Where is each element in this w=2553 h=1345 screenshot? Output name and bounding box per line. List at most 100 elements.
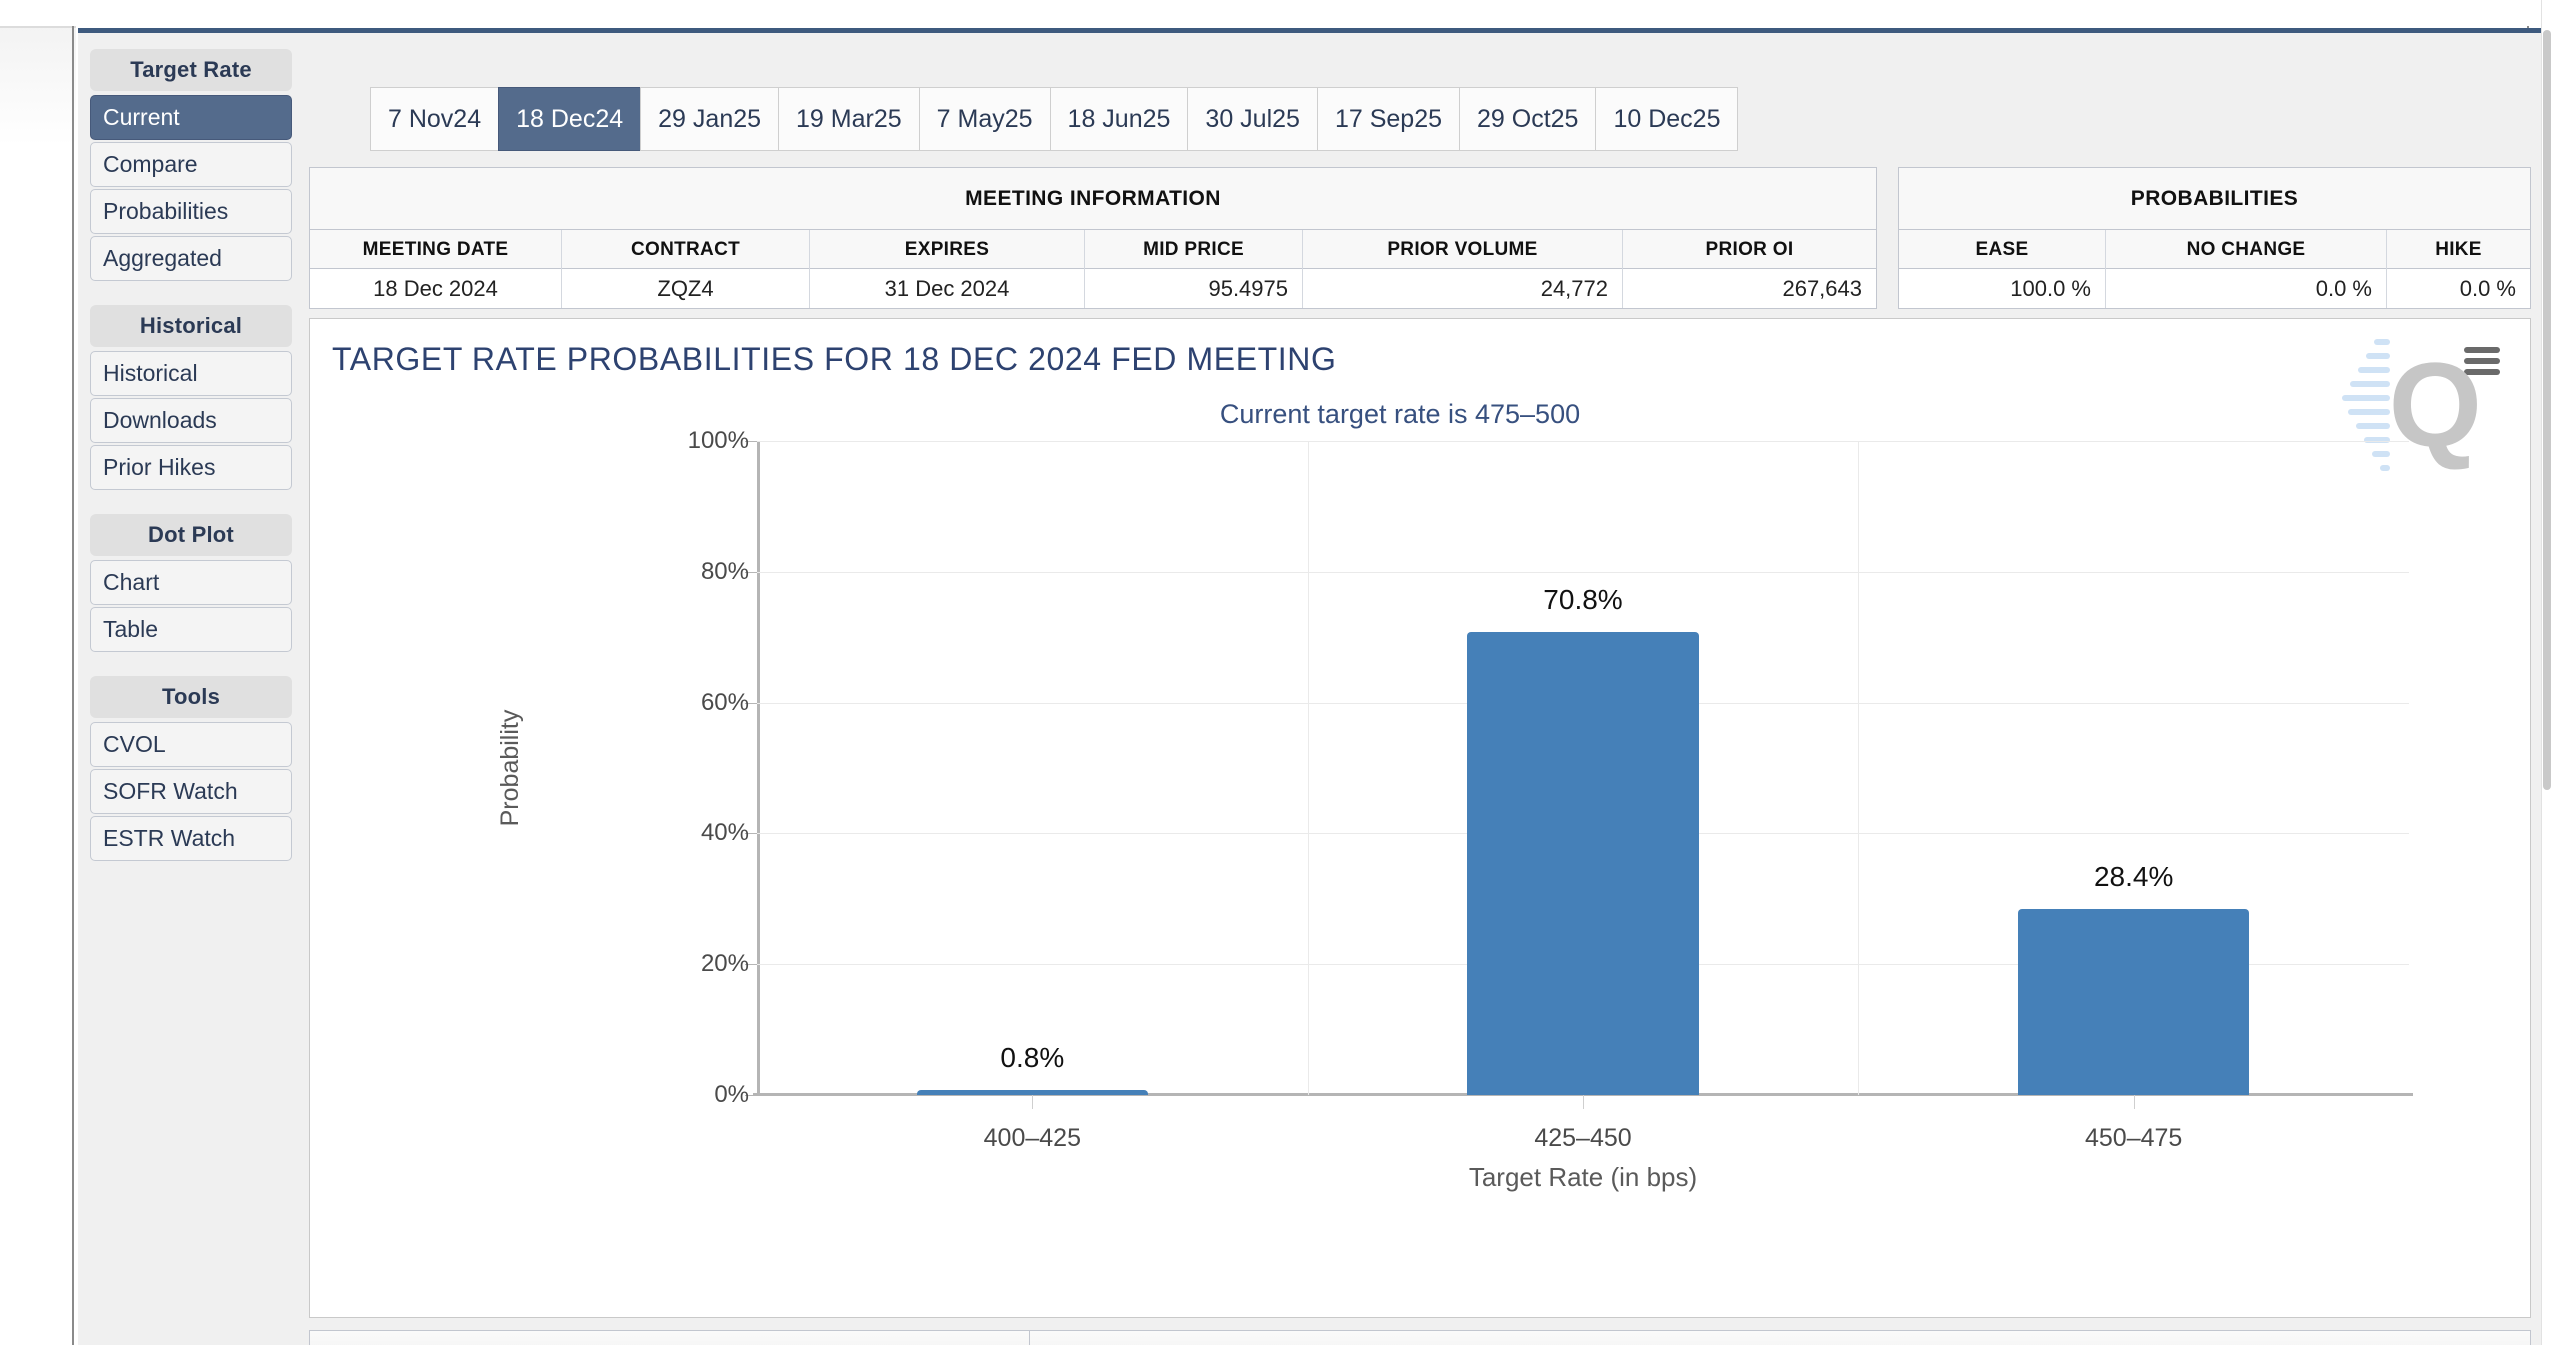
bar-value-label: 28.4% <box>2093 861 2174 893</box>
column-header: CONTRACT <box>562 230 809 269</box>
sidebar-group-title-historical: Historical <box>90 305 292 347</box>
fedwatch-app: Target Rate Current Compare Probabilities Ag… <box>78 28 2541 1345</box>
tab-29-oct25[interactable]: 29 Oct25 <box>1459 87 1596 151</box>
bar-425-450[interactable] <box>1467 631 1699 1095</box>
chart-subtitle: Current target rate is 475–500 <box>1219 399 1581 429</box>
x-tick-mark <box>2133 1095 2135 1109</box>
bar-value-label: 70.8% <box>1543 583 1623 615</box>
table-column: MID PRICE 95.4975 <box>1085 230 1303 308</box>
chart-plot-area: 0% 20% 40% 60% 80% 100% Probability 0.8% 400–425… <box>496 427 2413 1192</box>
table-column: NO CHANGE 0.0 % <box>2106 230 2387 308</box>
table-cell: 31 Dec 2024 <box>810 269 1084 308</box>
gutter-rule <box>0 26 76 28</box>
y-gridline <box>757 441 2409 442</box>
column-header: NO CHANGE <box>2106 230 2386 269</box>
meeting-information-table: MEETING INFORMATION MEETING DATE 18 Dec … <box>309 167 1877 309</box>
column-header: MEETING DATE <box>310 230 561 269</box>
y-axis-label: Probability <box>495 709 524 827</box>
table-column: PRIOR OI 267,643 <box>1623 230 1876 308</box>
bar-450-475[interactable] <box>2018 909 2250 1095</box>
probabilities-table: PROBABILITIES EASE 100.0 % NO CHANGE 0.0… <box>1898 167 2531 309</box>
sidebar-item-current[interactable]: Current <box>90 95 292 140</box>
table-cell: 0.0 % <box>2106 269 2386 308</box>
main-panel: 7 Nov24 18 Dec24 29 Jan25 19 Mar25 7 May25 18… <box>304 41 2532 1345</box>
chart-card: TARGET RATE PROBABILITIES FOR 18 DEC 202… <box>309 318 2531 1318</box>
table-column: CONTRACT ZQZ4 <box>562 230 810 308</box>
table-column: MEETING DATE 18 Dec 2024 <box>310 230 562 308</box>
meeting-date-tabs[interactable]: 7 Nov24 18 Dec24 29 Jan25 19 Mar25 7 May25 18… <box>370 87 1739 157</box>
tab-18-jun25[interactable]: 18 Jun25 <box>1049 87 1188 151</box>
table-cell: 24,772 <box>1303 269 1622 308</box>
y-axis-line <box>757 441 760 1095</box>
x-tick-label: 450–475 <box>2084 1124 2183 1152</box>
sidebar-item-sofr-watch[interactable]: SOFR Watch <box>90 769 292 814</box>
column-header: MID PRICE <box>1085 230 1302 269</box>
page-scrollbar-track[interactable] <box>2541 0 2553 1345</box>
sidebar-item-chart[interactable]: Chart <box>90 560 292 605</box>
column-header: EASE <box>1899 230 2105 269</box>
table-column: HIKE 0.0 % <box>2387 230 2530 308</box>
table-column: EXPIRES 31 Dec 2024 <box>810 230 1085 308</box>
page-left-gutter <box>0 0 76 1345</box>
gutter-shade <box>0 26 76 1345</box>
sidebar-group-title-tools: Tools <box>90 676 292 718</box>
y-tick-label: 80% <box>700 557 749 585</box>
table-column: PRIOR VOLUME 24,772 <box>1303 230 1623 308</box>
tab-19-mar25[interactable]: 19 Mar25 <box>778 87 919 151</box>
sidebar-item-prior-hikes[interactable]: Prior Hikes <box>90 445 292 490</box>
y-tick-label: 60% <box>700 688 749 716</box>
probability-breakdown-table: PROBABILITY(%) <box>309 1330 2531 1345</box>
x-tick-mark <box>1032 1095 1034 1109</box>
breakdown-right-header: PROBABILITY(%) <box>1030 1331 2530 1345</box>
page-scrollbar-thumb[interactable] <box>2543 30 2551 790</box>
table-column: EASE 100.0 % <box>1899 230 2106 308</box>
meeting-information-grid: MEETING DATE 18 Dec 2024 CONTRACT ZQZ4 E… <box>310 230 1876 308</box>
y-gridline <box>757 571 2409 573</box>
table-cell: 95.4975 <box>1085 269 1302 308</box>
probabilities-grid: EASE 100.0 % NO CHANGE 0.0 % HIKE 0.0 % <box>1899 230 2530 308</box>
sidebar-item-historical[interactable]: Historical <box>90 351 292 396</box>
y-tick-label: 20% <box>700 950 749 978</box>
table-cell: 0.0 % <box>2387 269 2530 308</box>
chart-title: TARGET RATE PROBABILITIES FOR 18 DEC 202… <box>332 341 1337 377</box>
sidebar-group-title-target-rate: Target Rate <box>90 49 292 91</box>
tab-7-may25[interactable]: 7 May25 <box>918 87 1050 151</box>
x-tick-label: 400–425 <box>983 1124 1081 1152</box>
x-tick-mark <box>1583 1095 1584 1109</box>
bar-value-label: 0.8% <box>1000 1041 1065 1073</box>
sidebar-item-aggregated[interactable]: Aggregated <box>90 236 292 281</box>
sidebar-item-table[interactable]: Table <box>90 607 292 652</box>
y-tick-label: 0% <box>714 1081 749 1108</box>
sidebar-item-compare[interactable]: Compare <box>90 142 292 187</box>
meeting-information-title: MEETING INFORMATION <box>310 168 1876 230</box>
x-axis-label: Target Rate (in bps) <box>1468 1162 1698 1192</box>
column-header: PRIOR OI <box>1623 230 1876 269</box>
breakdown-left-header <box>310 1331 1030 1345</box>
tab-30-jul25[interactable]: 30 Jul25 <box>1187 87 1317 151</box>
hamburger-menu-icon[interactable] <box>2464 347 2500 375</box>
sidebar-item-cvol[interactable]: CVOL <box>90 722 292 767</box>
tab-7-nov24[interactable]: 7 Nov24 <box>370 87 499 151</box>
tab-17-sep25[interactable]: 17 Sep25 <box>1316 87 1459 151</box>
x-tick-label: 425–450 <box>1534 1124 1632 1152</box>
summary-tables-row: MEETING INFORMATION MEETING DATE 18 Dec … <box>309 167 2531 309</box>
probabilities-title: PROBABILITIES <box>1899 168 2530 230</box>
table-cell: 100.0 % <box>1899 269 2105 308</box>
sidebar: Target Rate Current Compare Probabilities Ag… <box>90 49 292 863</box>
column-header: PRIOR VOLUME <box>1303 230 1622 269</box>
column-header: EXPIRES <box>810 230 1084 269</box>
sidebar-item-probabilities[interactable]: Probabilities <box>90 189 292 234</box>
table-cell: 267,643 <box>1623 269 1876 308</box>
y-tick-label: 100% <box>687 427 749 454</box>
window-divider-left <box>72 26 74 1345</box>
table-cell: ZQZ4 <box>562 269 809 308</box>
table-cell: 18 Dec 2024 <box>310 269 561 308</box>
tab-29-jan25[interactable]: 29 Jan25 <box>640 87 779 151</box>
sidebar-item-downloads[interactable]: Downloads <box>90 398 292 443</box>
column-header: HIKE <box>2387 230 2530 269</box>
tab-18-dec24[interactable]: 18 Dec24 <box>498 87 641 151</box>
y-tick-label: 40% <box>700 819 749 847</box>
tab-10-dec25[interactable]: 10 Dec25 <box>1595 87 1739 151</box>
sidebar-item-estr-watch[interactable]: ESTR Watch <box>90 816 292 861</box>
